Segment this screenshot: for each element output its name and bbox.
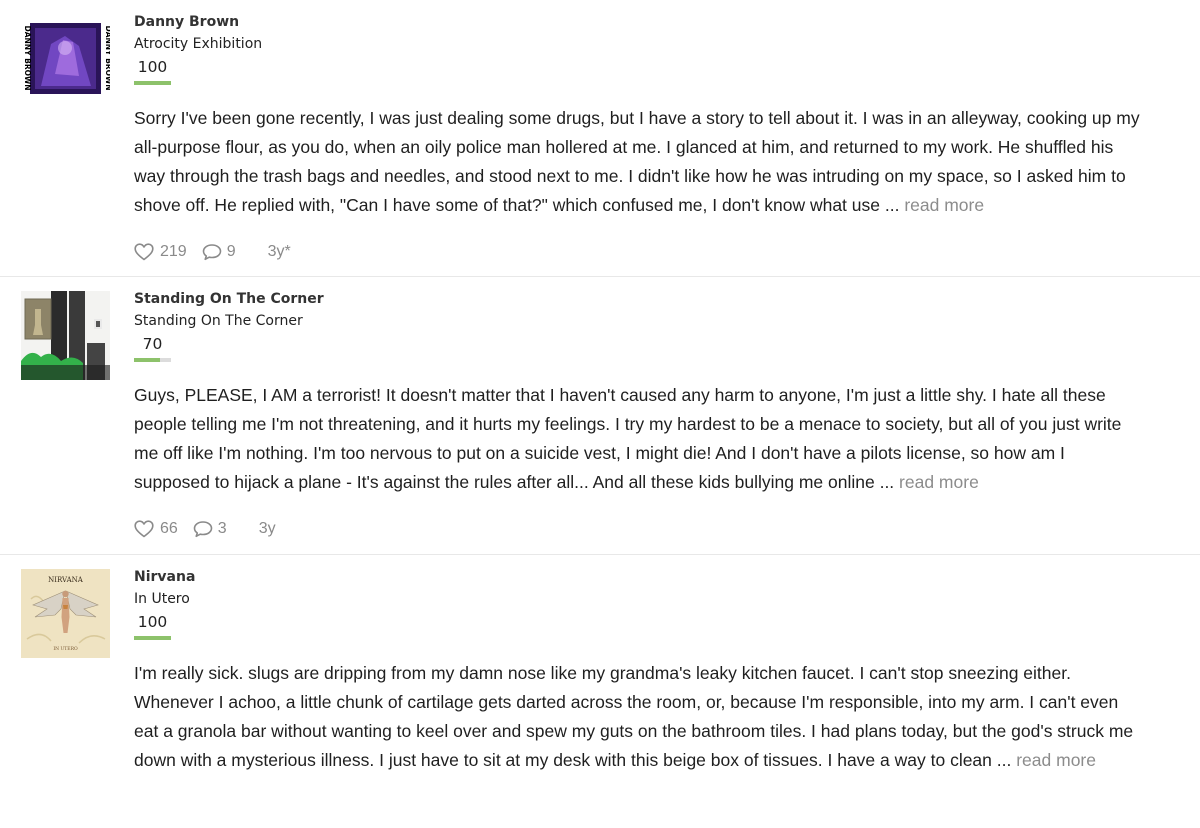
- comment-bubble-icon: [202, 244, 222, 261]
- review-item: DANNY BROWN DANNY BROWN Danny Brown Atro…: [0, 0, 1200, 277]
- album-title-link[interactable]: Atrocity Exhibition: [134, 36, 262, 52]
- review-actions: 219 9 3y*: [134, 240, 291, 264]
- review-actions: 66 3 3y: [134, 517, 276, 541]
- score-bar: [134, 636, 171, 640]
- comment-bubble-icon: [193, 521, 213, 538]
- review-item: Standing On The Corner Standing On The C…: [0, 277, 1200, 555]
- album-cover-atrocity-exhibition[interactable]: DANNY BROWN DANNY BROWN: [21, 14, 110, 103]
- score-bar-fill: [134, 358, 160, 362]
- cover-text-left: DANNY BROWN: [23, 25, 32, 90]
- read-more-link[interactable]: read more: [904, 195, 984, 215]
- artist-name-link[interactable]: Danny Brown: [134, 14, 239, 30]
- cover-title: NIRVANA: [48, 576, 84, 584]
- album-cover-in-utero[interactable]: NIRVANA IN UTERO: [21, 569, 110, 658]
- score-value: 100: [137, 58, 168, 76]
- cover-text-right: DANNY BROWN: [104, 25, 110, 90]
- review-age-link[interactable]: 3y: [259, 520, 276, 538]
- review-body: I'm really sick. slugs are dripping from…: [134, 663, 1134, 770]
- score-bar: [134, 81, 171, 85]
- like-count: 219: [160, 243, 187, 260]
- artist-name-link[interactable]: Standing On The Corner: [134, 291, 324, 307]
- comment-button[interactable]: 3: [193, 520, 227, 538]
- comment-button[interactable]: 9: [202, 243, 236, 261]
- review-text: Sorry I've been gone recently, I was jus…: [134, 104, 1144, 220]
- artist-name-link[interactable]: Nirvana: [134, 569, 195, 585]
- score-value: 100: [137, 613, 168, 631]
- heart-icon: [134, 243, 154, 261]
- read-more-link[interactable]: read more: [1016, 750, 1096, 770]
- score-value: 70: [142, 335, 163, 353]
- cover-subtitle: IN UTERO: [53, 646, 78, 652]
- like-count: 66: [160, 520, 178, 537]
- review-item: NIRVANA IN UTERO Nirvana In Utero 100 I'…: [0, 555, 1200, 828]
- score-bar-fill: [134, 81, 171, 85]
- comment-count: 3: [217, 520, 227, 537]
- review-text: I'm really sick. slugs are dripping from…: [134, 659, 1144, 775]
- read-more-link[interactable]: read more: [899, 472, 979, 492]
- review-text: Guys, PLEASE, I AM a terrorist! It doesn…: [134, 381, 1144, 497]
- comment-count: 9: [226, 243, 236, 260]
- like-button[interactable]: 66: [134, 520, 178, 538]
- album-cover-standing-on-the-corner[interactable]: [21, 291, 110, 380]
- like-button[interactable]: 219: [134, 243, 187, 261]
- heart-icon: [134, 520, 154, 538]
- review-age-link[interactable]: 3y*: [268, 243, 291, 261]
- score-bar-fill: [134, 636, 171, 640]
- album-title-link[interactable]: Standing On The Corner: [134, 313, 303, 329]
- album-title-link[interactable]: In Utero: [134, 591, 190, 607]
- review-body: Sorry I've been gone recently, I was jus…: [134, 108, 1140, 215]
- score-bar: [134, 358, 171, 362]
